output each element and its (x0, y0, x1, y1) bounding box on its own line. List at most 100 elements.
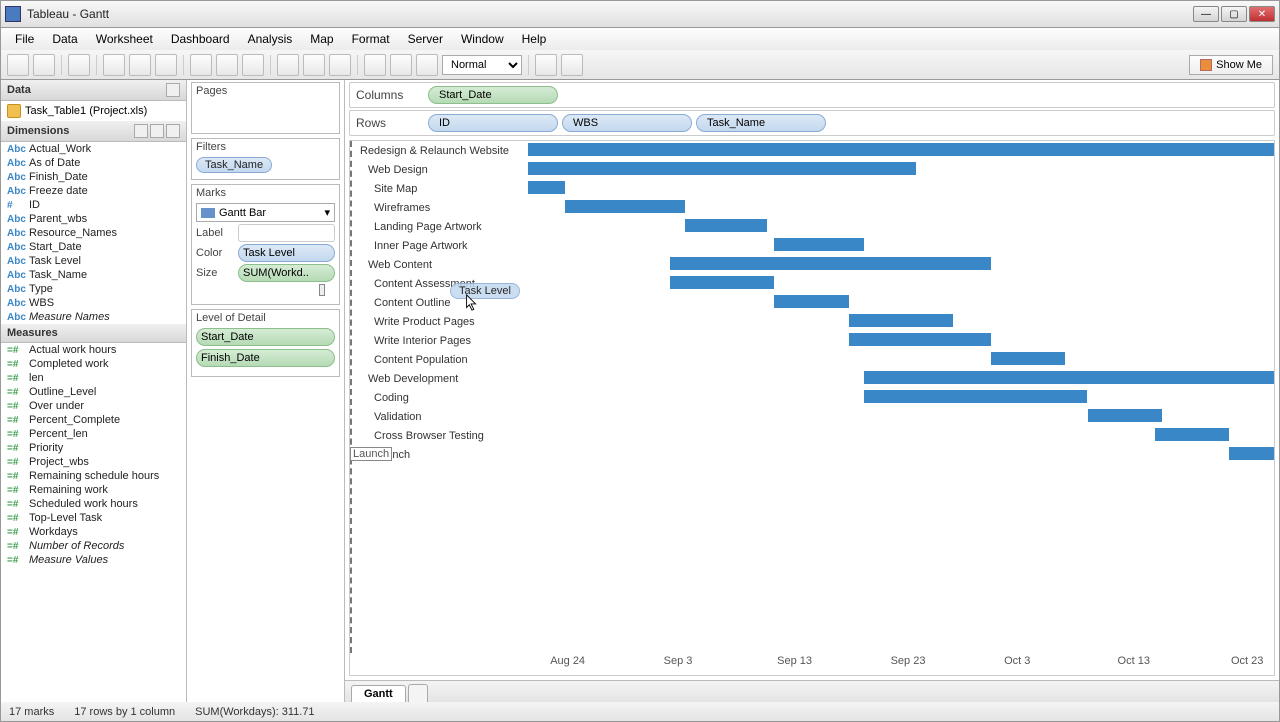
run-button[interactable] (155, 54, 177, 76)
dimension-field[interactable]: AbcWBS (1, 296, 186, 310)
dimension-field[interactable]: AbcAs of Date (1, 156, 186, 170)
dimension-field[interactable]: AbcActual_Work (1, 142, 186, 156)
new-sheet-tab[interactable] (408, 684, 428, 702)
measure-field[interactable]: =#Outline_Level (1, 385, 186, 399)
measure-field[interactable]: =#Actual work hours (1, 343, 186, 357)
measure-field[interactable]: =#Priority (1, 441, 186, 455)
menu-file[interactable]: File (7, 30, 42, 48)
gantt-bar[interactable] (565, 200, 684, 213)
label-button[interactable] (364, 54, 386, 76)
gantt-bar[interactable] (1229, 447, 1274, 460)
duplicate-button[interactable] (216, 54, 238, 76)
row-pill[interactable]: Task_Name (696, 114, 826, 132)
measure-field[interactable]: =#Remaining schedule hours (1, 469, 186, 483)
gantt-row[interactable]: Site Map (350, 179, 1274, 198)
measure-field[interactable]: =#Number of Records (1, 539, 186, 553)
rows-shelf[interactable]: Rows IDWBSTask_Name (349, 110, 1275, 136)
show-me-button[interactable]: Show Me (1189, 55, 1273, 75)
swap-button[interactable] (277, 54, 299, 76)
gantt-bar[interactable] (864, 371, 1274, 384)
dimension-field[interactable]: AbcResource_Names (1, 226, 186, 240)
measure-field[interactable]: =#Percent_Complete (1, 413, 186, 427)
measure-field[interactable]: =#Remaining work (1, 483, 186, 497)
size-slider[interactable] (319, 284, 325, 296)
fix-axes-button[interactable] (535, 54, 557, 76)
dimension-field[interactable]: AbcFinish_Date (1, 170, 186, 184)
minimize-button[interactable]: — (1193, 6, 1219, 22)
measure-field[interactable]: =#Scheduled work hours (1, 497, 186, 511)
row-pill[interactable]: WBS (562, 114, 692, 132)
gantt-bar[interactable] (670, 276, 774, 289)
sheet-tab-gantt[interactable]: Gantt (351, 685, 406, 702)
gantt-bar[interactable] (849, 333, 991, 346)
gantt-row[interactable]: Write Product Pages (350, 312, 1274, 331)
presentation-button[interactable] (390, 54, 412, 76)
sort-asc-button[interactable] (303, 54, 325, 76)
marks-type-select[interactable]: Gantt Bar ▾ (196, 203, 335, 222)
dimension-field[interactable]: AbcTask Level (1, 254, 186, 268)
gantt-bar[interactable] (1155, 428, 1230, 441)
menu-worksheet[interactable]: Worksheet (88, 30, 161, 48)
find-icon[interactable] (150, 124, 164, 138)
gantt-row[interactable]: Cross Browser Testing (350, 426, 1274, 445)
gantt-row[interactable]: Web Design (350, 160, 1274, 179)
measure-field[interactable]: =#len (1, 371, 186, 385)
menu-dashboard[interactable]: Dashboard (163, 30, 238, 48)
dimension-field[interactable]: AbcType (1, 282, 186, 296)
back-button[interactable] (7, 54, 29, 76)
gantt-row[interactable]: Coding (350, 388, 1274, 407)
view-icon[interactable] (134, 124, 148, 138)
menu-map[interactable]: Map (302, 30, 341, 48)
gantt-bar[interactable] (774, 295, 849, 308)
gantt-row[interactable]: Web Development (350, 369, 1274, 388)
dimension-field[interactable]: AbcFreeze date (1, 184, 186, 198)
gantt-row[interactable]: Landing Page Artwork (350, 217, 1274, 236)
clear-button[interactable] (242, 54, 264, 76)
connect-button[interactable] (103, 54, 125, 76)
gantt-bar[interactable] (528, 181, 565, 194)
lod-pill[interactable]: Start_Date (196, 328, 335, 346)
menu-icon[interactable] (166, 124, 180, 138)
label-shelf[interactable] (238, 224, 335, 242)
measure-field[interactable]: =#Completed work (1, 357, 186, 371)
menu-analysis[interactable]: Analysis (240, 30, 301, 48)
gantt-row[interactable]: Launch (350, 445, 1274, 464)
card-button[interactable] (416, 54, 438, 76)
close-button[interactable]: ✕ (1249, 6, 1275, 22)
dimension-field[interactable]: AbcMeasure Names (1, 310, 186, 324)
measure-field[interactable]: =#Workdays (1, 525, 186, 539)
gantt-row[interactable]: Validation (350, 407, 1274, 426)
gantt-row[interactable]: Wireframes (350, 198, 1274, 217)
measure-field[interactable]: =#Project_wbs (1, 455, 186, 469)
gantt-row[interactable]: Inner Page Artwork (350, 236, 1274, 255)
row-pill[interactable]: ID (428, 114, 558, 132)
gantt-bar[interactable] (528, 143, 1274, 156)
menu-format[interactable]: Format (344, 30, 398, 48)
gantt-bar[interactable] (864, 390, 1088, 403)
gantt-bar[interactable] (685, 219, 767, 232)
menu-window[interactable]: Window (453, 30, 512, 48)
forward-button[interactable] (33, 54, 55, 76)
gantt-chart[interactable]: Redesign & Relaunch WebsiteWeb DesignSit… (349, 140, 1275, 676)
measure-field[interactable]: =#Percent_len (1, 427, 186, 441)
new-sheet-button[interactable] (190, 54, 212, 76)
datasource[interactable]: Task_Table1 (Project.xls) (1, 101, 186, 121)
measure-field[interactable]: =#Measure Values (1, 553, 186, 567)
gantt-row[interactable]: Content Population (350, 350, 1274, 369)
auto-update-button[interactable] (129, 54, 151, 76)
gantt-bar[interactable] (991, 352, 1066, 365)
lod-pill[interactable]: Finish_Date (196, 349, 335, 367)
gantt-row[interactable]: Write Interior Pages (350, 331, 1274, 350)
gantt-row[interactable]: Web Content (350, 255, 1274, 274)
menu-server[interactable]: Server (400, 30, 451, 48)
gantt-bar[interactable] (528, 162, 916, 175)
measure-field[interactable]: =#Over under (1, 399, 186, 413)
dimension-field[interactable]: #ID (1, 198, 186, 212)
gantt-bar[interactable] (774, 238, 864, 251)
fit-select[interactable]: Normal (442, 55, 522, 75)
data-menu-icon[interactable] (166, 83, 180, 97)
highlight-button[interactable] (561, 54, 583, 76)
measure-field[interactable]: =#Top-Level Task (1, 511, 186, 525)
column-pill[interactable]: Start_Date (428, 86, 558, 104)
dimension-field[interactable]: AbcTask_Name (1, 268, 186, 282)
